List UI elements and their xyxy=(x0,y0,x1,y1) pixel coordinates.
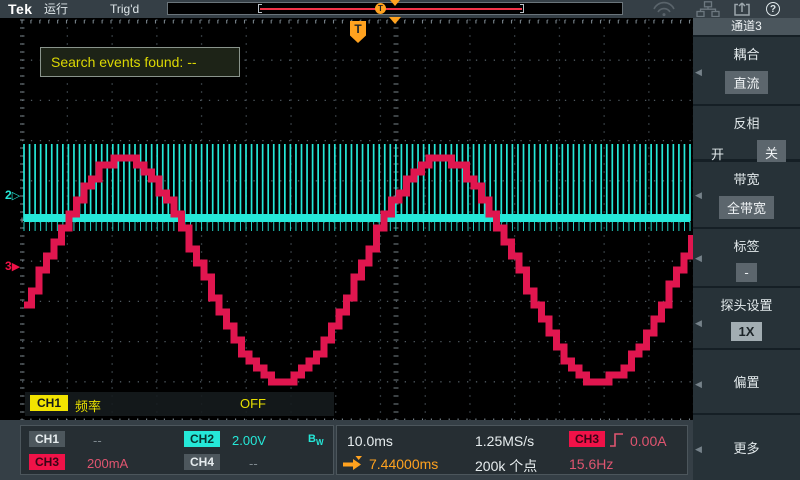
offset-label: 偏置 xyxy=(733,372,759,391)
ch4-scale-value: -- xyxy=(249,456,258,471)
ch2-bandwidth-icon: BW xyxy=(308,433,324,447)
ch3-position-marker[interactable]: 3▶ xyxy=(5,259,20,273)
network-icon xyxy=(696,1,720,17)
side-menu-channel3: 通道3 ◀ 耦合 直流 反相 开 关 ◀ 带宽 全带宽 ◀ 标签 - ◀ 探头设… xyxy=(693,18,800,480)
bandwidth-label: 带宽 xyxy=(733,169,759,188)
chevron-left-icon: ◀ xyxy=(695,444,702,455)
record-length-value: 200k 个点 xyxy=(475,456,537,476)
search-events-banner: Search events found: -- xyxy=(40,47,240,77)
ch2-position-marker[interactable]: 2▷ xyxy=(5,188,20,202)
ch3-marker-label: 3 xyxy=(5,259,12,273)
acquisition-status: 运行 xyxy=(44,0,68,18)
record-view-position-icon xyxy=(390,0,400,6)
chevron-left-icon: ◀ xyxy=(695,318,702,329)
ch2-scale-value: 2.00V xyxy=(232,433,266,448)
label-label: 标签 xyxy=(733,236,759,255)
record-view-window-line xyxy=(260,8,522,10)
trigger-position-icon[interactable] xyxy=(389,17,401,24)
ch3-scale-value: 200mA xyxy=(87,456,128,471)
ch2-marker-arrow-icon: ▷ xyxy=(12,190,20,202)
ch1-scale-value: -- xyxy=(93,433,102,448)
label-value[interactable]: - xyxy=(736,263,756,282)
measurement-bar[interactable]: CH1 频率 OFF xyxy=(25,392,334,416)
measurement-source-badge[interactable]: CH1 xyxy=(30,395,68,411)
menu-item-offset[interactable]: ◀ 偏置 xyxy=(693,350,800,413)
trigger-slope-icon xyxy=(609,431,625,449)
menu-item-bandwidth[interactable]: ◀ 带宽 全带宽 xyxy=(693,162,800,227)
horizontal-trigger-box: 10.0ms 1.25MS/s CH3 0.00A 7.44000ms 200k… xyxy=(336,425,688,475)
chevron-left-icon: ◀ xyxy=(695,190,702,201)
oscilloscope-screen: Tek 运行 Trig'd T ? T Search event xyxy=(0,0,800,480)
chevron-left-icon: ◀ xyxy=(695,67,702,78)
ch1-badge[interactable]: CH1 xyxy=(29,431,65,447)
trigger-status: Trig'd xyxy=(110,0,139,18)
menu-item-more[interactable]: ◀ 更多 xyxy=(693,415,800,480)
delay-arrow-icon xyxy=(342,456,364,472)
bandwidth-value[interactable]: 全带宽 xyxy=(719,196,774,219)
coupling-value[interactable]: 直流 xyxy=(725,71,767,94)
chevron-left-icon: ◀ xyxy=(695,379,702,390)
record-view-right-bracket xyxy=(520,4,524,13)
trigger-level-value: 0.00A xyxy=(630,433,667,449)
menu-item-probe-setup[interactable]: ◀ 探头设置 1X xyxy=(693,288,800,348)
invert-on-option[interactable]: 开 xyxy=(711,144,724,163)
ch3-marker-arrow-icon: ▶ xyxy=(12,261,20,273)
chevron-left-icon: ◀ xyxy=(695,253,702,264)
waveform-display[interactable] xyxy=(0,18,693,422)
ch2-marker-label: 2 xyxy=(5,188,12,202)
side-menu-header: 通道3 xyxy=(693,18,800,35)
ch2-badge[interactable]: CH2 xyxy=(184,431,220,447)
probe-setup-label: 探头设置 xyxy=(720,295,772,314)
top-status-bar: Tek 运行 Trig'd T ? xyxy=(0,0,800,18)
invert-label: 反相 xyxy=(733,113,759,132)
trigger-frequency-value: 15.6Hz xyxy=(569,456,613,472)
ch3-badge[interactable]: CH3 xyxy=(29,454,65,470)
menu-item-label[interactable]: ◀ 标签 - xyxy=(693,229,800,286)
tek-logo: Tek xyxy=(8,0,33,18)
ch4-badge[interactable]: CH4 xyxy=(184,454,220,470)
delay-time-value: 7.44000ms xyxy=(369,456,438,472)
record-view-trigger-icon[interactable]: T xyxy=(375,3,386,14)
menu-item-invert[interactable]: 反相 开 关 xyxy=(693,106,800,159)
export-icon[interactable] xyxy=(731,1,753,17)
trigger-source-badge[interactable]: CH3 xyxy=(569,431,605,447)
more-label: 更多 xyxy=(733,438,759,457)
measurement-name: 频率 xyxy=(75,396,101,415)
coupling-label: 耦合 xyxy=(733,44,759,63)
measurement-value: OFF xyxy=(240,396,266,411)
bottom-readout-bar: CH1 -- CH2 2.00V BW CH3 200mA CH4 -- 10.… xyxy=(0,420,693,480)
wifi-icon xyxy=(651,1,677,17)
help-icon[interactable]: ? xyxy=(766,2,780,16)
sample-rate-value: 1.25MS/s xyxy=(475,433,534,449)
channel-readouts-box: CH1 -- CH2 2.00V BW CH3 200mA CH4 -- xyxy=(20,425,334,475)
record-view-left-bracket xyxy=(258,4,262,13)
probe-setup-value[interactable]: 1X xyxy=(731,322,763,341)
time-scale-value: 10.0ms xyxy=(347,433,393,449)
menu-item-coupling[interactable]: ◀ 耦合 直流 xyxy=(693,37,800,104)
